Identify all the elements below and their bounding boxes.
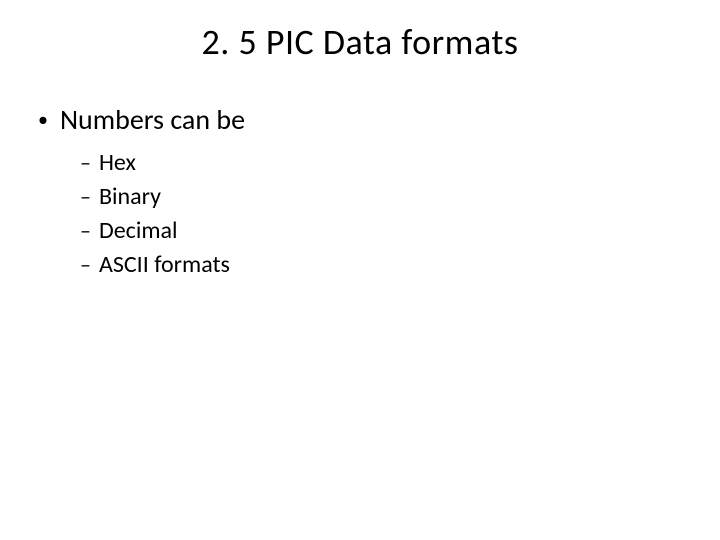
list-item: – Hex <box>80 148 720 178</box>
sub-item-text: Decimal <box>99 216 178 246</box>
dash-icon: – <box>80 216 91 246</box>
list-item: – ASCII formats <box>80 250 720 280</box>
sub-item-text: Binary <box>99 182 161 212</box>
slide-content: • Numbers can be – Hex – Binary – Decima… <box>0 104 720 280</box>
list-item: – Binary <box>80 182 720 212</box>
slide-container: 2. 5 PIC Data formats • Numbers can be –… <box>0 0 720 540</box>
bullet-dot-icon: • <box>38 104 48 136</box>
slide-title: 2. 5 PIC Data formats <box>0 20 720 64</box>
dash-icon: – <box>80 182 91 212</box>
bullet-item: • Numbers can be <box>38 104 720 136</box>
sub-list: – Hex – Binary – Decimal – ASCII formats <box>38 148 720 280</box>
dash-icon: – <box>80 148 91 178</box>
dash-icon: – <box>80 250 91 280</box>
bullet-text: Numbers can be <box>60 104 245 136</box>
list-item: – Decimal <box>80 216 720 246</box>
sub-item-text: Hex <box>99 148 136 178</box>
sub-item-text: ASCII formats <box>99 250 230 280</box>
